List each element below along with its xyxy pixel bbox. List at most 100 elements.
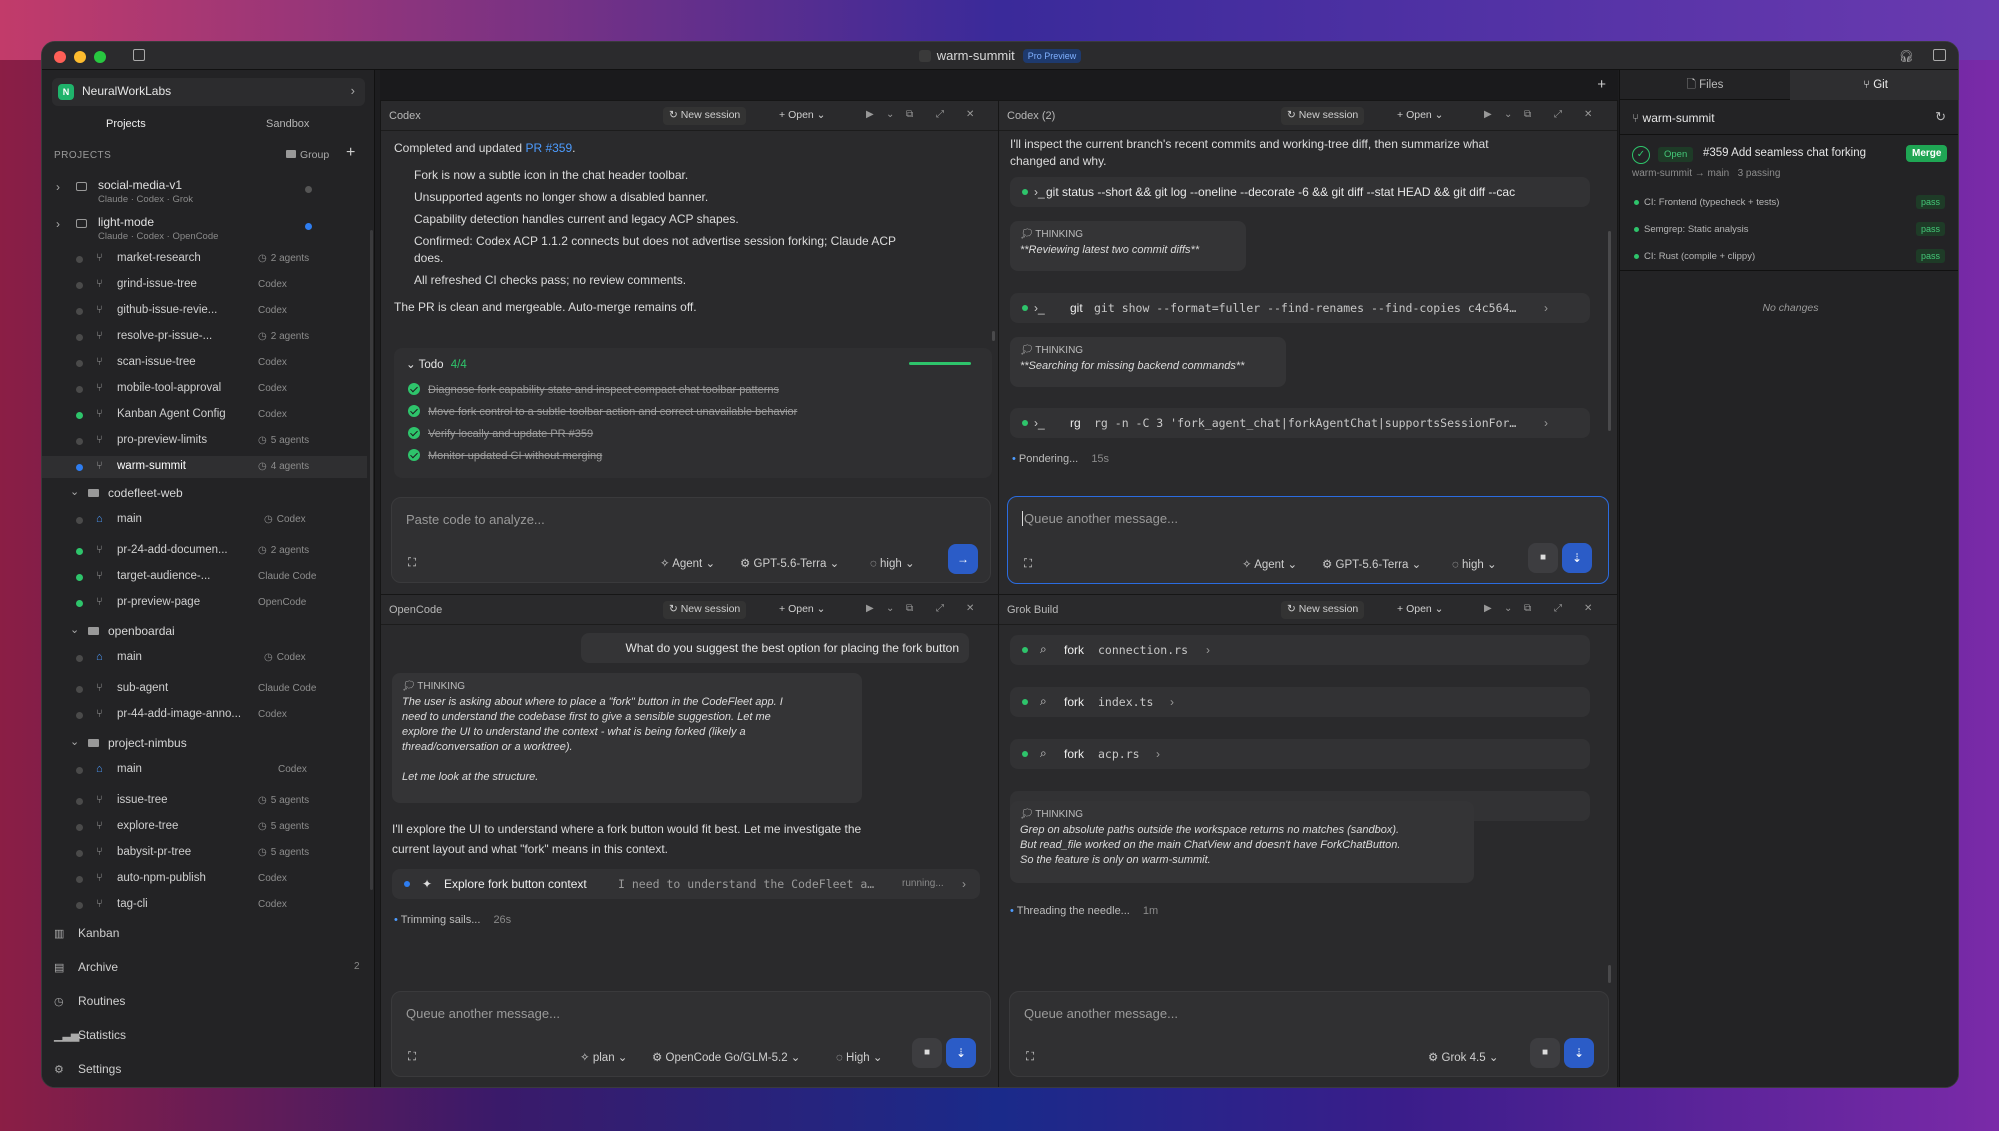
tab-files[interactable]: 🗋︎ Files <box>1620 70 1790 100</box>
merge-button[interactable]: Merge <box>1906 145 1948 162</box>
todo-header[interactable]: ⌄ Todo 4/4 <box>406 357 467 371</box>
main-branch-row[interactable]: ⌂ main ◷ Codex <box>42 509 367 531</box>
new-session-button[interactable]: ↻ New session <box>663 601 747 619</box>
main-branch-row[interactable]: ⌂ main Codex <box>42 759 367 781</box>
queue-send-button[interactable]: ⇣ <box>1564 1038 1594 1068</box>
worktree-row[interactable]: ⑂ github-issue-revie... Codex <box>42 300 367 322</box>
worktree-row[interactable]: ⑂ mobile-tool-approval Codex <box>42 378 367 400</box>
model-select[interactable]: ⚙ GPT-5.6-Terra ⌄ <box>740 556 839 570</box>
worktree-row[interactable]: ⑂ grind-issue-tree Codex <box>42 274 367 296</box>
chevron-right-icon[interactable]: › <box>56 180 60 194</box>
chevron-down-icon[interactable]: ⌄ <box>1504 109 1512 120</box>
expand-icon[interactable]: ⛶ <box>1024 558 1032 571</box>
chevron-down-icon[interactable]: ⌄ <box>886 109 894 120</box>
refresh-icon[interactable]: ↻ <box>1935 109 1946 125</box>
worktree-row[interactable]: ⑂ warm-summit ◷ 4 agents <box>42 456 367 478</box>
maximize-icon[interactable]: ⤢ <box>1554 603 1562 614</box>
chevron-right-icon[interactable]: › <box>56 217 60 231</box>
ci-check-row[interactable]: CI: Frontend (typecheck + tests) pass <box>1628 192 1953 216</box>
open-button[interactable]: + Open ⌄ <box>1391 601 1449 619</box>
queue-send-button[interactable]: ⇣ <box>946 1038 976 1068</box>
model-select[interactable]: ⚙ GPT-5.6-Terra ⌄ <box>1322 557 1421 571</box>
expand-icon[interactable]: ⛶ <box>408 557 416 570</box>
model-select[interactable]: ⚙ OpenCode Go/GLM-5.2 ⌄ <box>652 1050 800 1064</box>
worktree-row[interactable]: ⑂ tag-cli Codex <box>42 894 367 916</box>
play-icon[interactable]: ▶ <box>866 603 874 614</box>
effort-select[interactable]: ◌ high ⌄ <box>1452 557 1497 571</box>
task-call[interactable]: ✦ Explore fork button context I need to un… <box>392 869 980 899</box>
close-pane-icon[interactable]: ✕ <box>966 109 974 120</box>
play-icon[interactable]: ▶ <box>1484 109 1492 120</box>
mode-select[interactable]: ✧ plan ⌄ <box>580 1050 627 1064</box>
add-project-icon[interactable]: + <box>346 144 355 162</box>
expand-icon[interactable]: ⛶ <box>1026 1051 1034 1064</box>
group-row[interactable]: ⌄ openboardai <box>42 620 367 642</box>
new-session-button[interactable]: ↻ New session <box>1281 601 1365 619</box>
pr-title[interactable]: #359 Add seamless chat forking <box>1703 147 1866 159</box>
maximize-icon[interactable]: ⤢ <box>936 109 944 120</box>
worktree-row[interactable]: ⑂ market-research ◷ 2 agents <box>42 248 367 270</box>
maximize-icon[interactable]: ⤢ <box>1554 109 1562 120</box>
group-row[interactable]: ⌄ project-nimbus <box>42 732 367 754</box>
nav-kanban[interactable]: ▥ Kanban <box>54 926 119 950</box>
worktree-row[interactable]: ⑂ scan-issue-tree Codex <box>42 352 367 374</box>
fork-tool-call[interactable]: ⌕ fork index.ts › <box>1010 687 1590 717</box>
nav-routines[interactable]: ◷ Routines <box>54 994 125 1018</box>
chevron-down-icon[interactable]: ⌄ <box>70 623 79 636</box>
tab-sandbox[interactable]: Sandbox <box>266 118 309 130</box>
pr-link[interactable]: PR #359 <box>525 141 572 155</box>
mode-select[interactable]: ✧ Agent ⌄ <box>660 556 715 570</box>
worktree-row[interactable]: ⑂ sub-agent Claude Code <box>42 678 367 700</box>
codex2-input[interactable]: Queue another message... ⛶ ✧ Agent ⌄ ⚙ G… <box>1007 496 1609 584</box>
mode-select[interactable]: ✧ Agent ⌄ <box>1242 557 1297 571</box>
ci-check-row[interactable]: Semgrep: Static analysis pass <box>1628 219 1953 243</box>
chevron-down-icon[interactable]: ⌄ <box>886 603 894 614</box>
group-button[interactable]: Group <box>286 149 329 161</box>
open-button[interactable]: + Open ⌄ <box>773 107 831 125</box>
queue-send-button[interactable]: ⇣ <box>1562 543 1592 573</box>
worktree-row[interactable]: ⑂ issue-tree ◷ 5 agents <box>42 790 367 812</box>
split-icon[interactable]: ⧉ <box>1524 603 1531 614</box>
tool-call-git-show[interactable]: ›_ git git show --format=fuller --find-ren… <box>1010 293 1590 323</box>
sidebar-scrollbar[interactable] <box>370 230 373 890</box>
chevron-down-icon[interactable]: ⌄ <box>70 485 79 498</box>
expand-icon[interactable]: ⛶ <box>408 1051 416 1064</box>
fork-tool-call[interactable]: ⌕ fork connection.rs › <box>1010 635 1590 665</box>
nav-statistics[interactable]: ▁▃▅Statistics <box>54 1028 126 1052</box>
org-switcher[interactable]: N NeuralWorkLabs › <box>52 78 365 106</box>
close-pane-icon[interactable]: ✕ <box>1584 109 1592 120</box>
worktree-row[interactable]: ⑂ babysit-pr-tree ◷ 5 agents <box>42 842 367 864</box>
stop-button[interactable]: ■ <box>912 1038 942 1068</box>
play-icon[interactable]: ▶ <box>1484 603 1492 614</box>
tool-call-git-status[interactable]: ›_ git status --short && git log --onelin… <box>1010 177 1590 207</box>
tab-projects[interactable]: Projects <box>106 118 146 130</box>
opencode-input[interactable]: Queue another message... ⛶ ✧ plan ⌄ ⚙ Op… <box>391 991 991 1077</box>
tool-call-rg[interactable]: ›_ rg rg -n -C 3 'fork_agent_chat|forkAgen… <box>1010 408 1590 438</box>
worktree-row[interactable]: ⑂ pr-24-add-documen... ◷ 2 agents <box>42 540 367 562</box>
codex-scrollbar[interactable] <box>992 331 995 341</box>
tab-git[interactable]: ⑂ Git <box>1790 70 1958 100</box>
right-panel-toggle-icon[interactable] <box>1933 49 1946 61</box>
stop-button[interactable]: ■ <box>1530 1038 1560 1068</box>
nav-archive[interactable]: ▤ Archive 2 <box>54 960 360 984</box>
grok-input[interactable]: Queue another message... ⛶ ⚙ Grok 4.5 ⌄ … <box>1009 991 1609 1077</box>
worktree-row[interactable]: ⑂ Kanban Agent Config Codex <box>42 404 367 426</box>
split-icon[interactable]: ⧉ <box>906 109 913 120</box>
chevron-down-icon[interactable]: ⌄ <box>1504 603 1512 614</box>
close-pane-icon[interactable]: ✕ <box>966 603 974 614</box>
open-button[interactable]: + Open ⌄ <box>773 601 831 619</box>
play-icon[interactable]: ▶ <box>866 109 874 120</box>
worktree-row[interactable]: ⑂ target-audience-... Claude Code <box>42 566 367 588</box>
chevron-down-icon[interactable]: ⌄ <box>70 735 79 748</box>
codex2-scrollbar[interactable] <box>1608 231 1611 431</box>
close-pane-icon[interactable]: ✕ <box>1584 603 1592 614</box>
maximize-icon[interactable]: ⤢ <box>936 603 944 614</box>
headphones-icon[interactable]: 🎧︎ <box>1899 49 1914 63</box>
send-button[interactable]: → <box>948 544 978 574</box>
effort-select[interactable]: ◌ High ⌄ <box>836 1050 883 1064</box>
worktree-row[interactable]: ⑂ pro-preview-limits ◷ 5 agents <box>42 430 367 452</box>
project-row[interactable]: › social-media-v1 Claude · Codex · Grok <box>42 176 367 210</box>
nav-settings[interactable]: ⚙ Settings <box>54 1062 121 1086</box>
open-button[interactable]: + Open ⌄ <box>1391 107 1449 125</box>
new-session-button[interactable]: ↻ New session <box>663 107 747 125</box>
